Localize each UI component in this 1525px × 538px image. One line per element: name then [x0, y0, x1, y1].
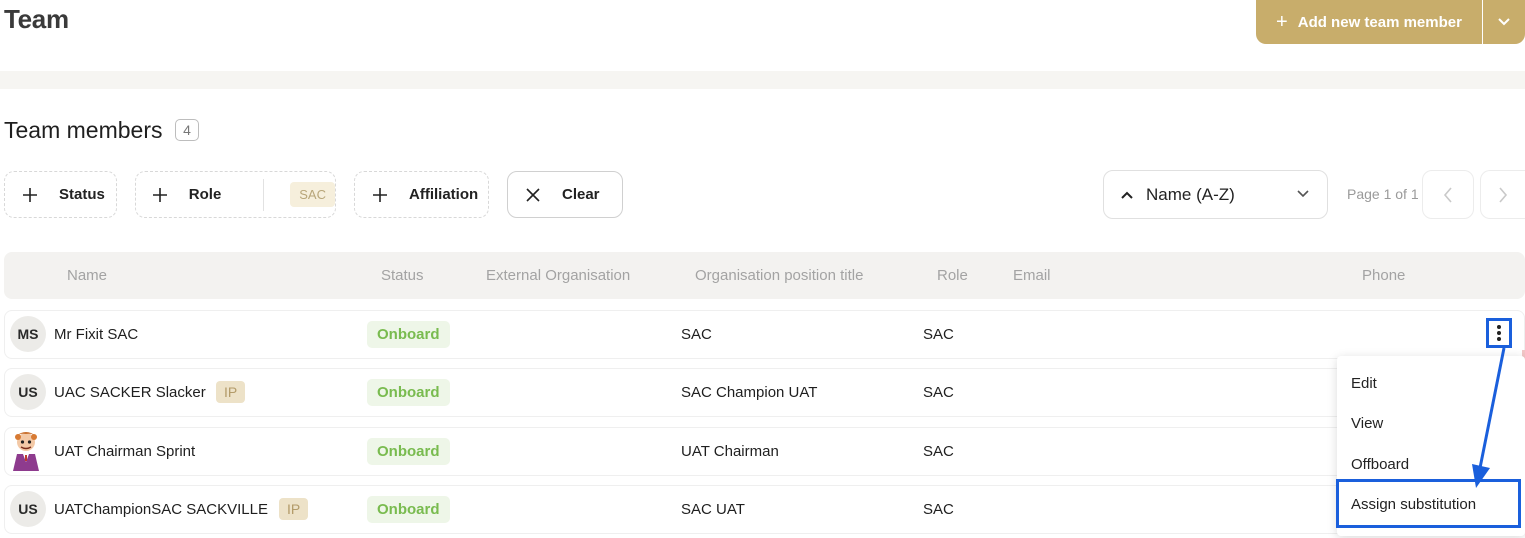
position-title: SAC UAT	[681, 501, 745, 518]
chevron-right-icon	[1499, 186, 1508, 203]
position-title: UAT Chairman	[681, 443, 779, 460]
position-title: SAC Champion UAT	[681, 384, 818, 401]
role-separator	[263, 178, 265, 211]
plus-icon: +	[1276, 11, 1288, 33]
next-page-button[interactable]	[1480, 170, 1525, 219]
avatar: MS	[10, 316, 46, 352]
column-header-email[interactable]: Email	[1013, 267, 1051, 284]
section-title: Team members	[4, 117, 163, 143]
menu-item-edit[interactable]: Edit	[1351, 375, 1377, 392]
sort-direction-icon	[1120, 190, 1134, 200]
add-team-member-label: Add new team member	[1297, 13, 1462, 31]
chevron-left-icon	[1443, 186, 1452, 203]
role-value: SAC	[923, 326, 954, 343]
filter-affiliation-chip[interactable]: Affiliation	[354, 171, 489, 218]
role-value: SAC	[923, 443, 954, 460]
filter-role-chip[interactable]: Role SAC	[135, 171, 336, 218]
column-header-name[interactable]: Name	[67, 267, 107, 284]
role-value: SAC	[923, 501, 954, 518]
plus-icon	[5, 187, 55, 203]
pagination-info: Page 1 of 1	[1347, 186, 1419, 202]
chevron-down-icon	[1498, 18, 1510, 26]
menu-item-offboard[interactable]: Offboard	[1351, 456, 1409, 473]
plus-icon	[136, 187, 185, 203]
sort-selected-label: Name (A-Z)	[1146, 184, 1235, 204]
more-vertical-icon	[1497, 325, 1501, 341]
divider-band	[0, 71, 1525, 89]
member-name[interactable]: UAT Chairman Sprint	[54, 443, 195, 460]
status-badge: Onboard	[367, 496, 450, 523]
chevron-down-icon	[1297, 190, 1309, 198]
page-title: Team	[4, 4, 69, 34]
role-selected-tag[interactable]: SAC	[290, 182, 335, 207]
column-header-external-organisation[interactable]: External Organisation	[486, 267, 630, 284]
filter-status-label: Status	[59, 186, 105, 203]
filter-role-label: Role	[188, 186, 222, 203]
close-icon	[508, 187, 558, 202]
menu-item-view[interactable]: View	[1351, 415, 1383, 432]
prev-page-button[interactable]	[1422, 170, 1474, 219]
column-header-position-title[interactable]: Organisation position title	[695, 267, 863, 284]
role-value: SAC	[923, 384, 954, 401]
clear-filters-button[interactable]: Clear	[507, 171, 623, 218]
column-header-status[interactable]: Status	[381, 267, 424, 284]
avatar: US	[10, 491, 46, 527]
member-name[interactable]: Mr Fixit SAC	[54, 326, 138, 343]
status-badge: Onboard	[367, 438, 450, 465]
column-header-role[interactable]: Role	[937, 267, 968, 284]
plus-icon	[355, 187, 405, 203]
status-badge: Onboard	[367, 379, 450, 406]
position-title: SAC	[681, 326, 712, 343]
member-name[interactable]: UAC SACKER Slacker	[54, 384, 206, 401]
sort-select[interactable]: Name (A-Z)	[1103, 170, 1328, 219]
filter-affiliation-label: Affiliation	[409, 186, 479, 203]
avatar: US	[10, 374, 46, 410]
clear-filters-label: Clear	[562, 186, 600, 203]
add-options-dropdown-button[interactable]	[1483, 0, 1525, 44]
ip-tag: IP	[216, 381, 246, 403]
filter-status-chip[interactable]: Status	[4, 171, 117, 218]
member-name[interactable]: UATChampionSAC SACKVILLE	[54, 501, 268, 518]
ip-tag: IP	[279, 498, 309, 520]
table-row[interactable]	[4, 310, 1525, 359]
status-badge: Onboard	[367, 321, 450, 348]
add-team-member-button[interactable]: + Add new team member	[1256, 0, 1482, 44]
avatar	[8, 430, 44, 472]
column-header-phone[interactable]: Phone	[1362, 267, 1405, 284]
member-count-badge: 4	[175, 119, 199, 141]
annotation-arrow-icon	[1472, 347, 1506, 488]
